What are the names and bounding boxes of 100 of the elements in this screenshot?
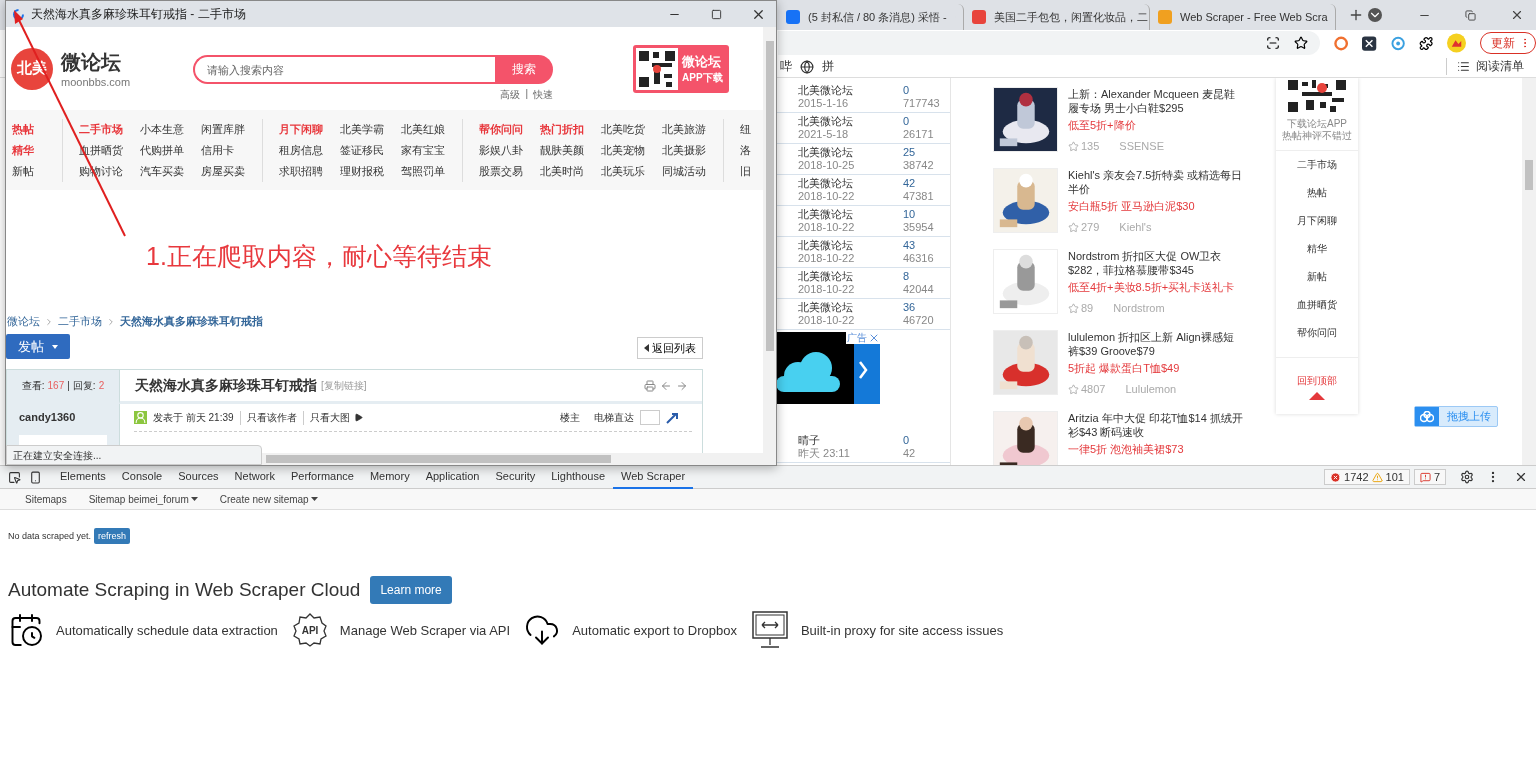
issues-counter[interactable]: 7 bbox=[1413, 469, 1446, 485]
devtools-tab[interactable]: Memory bbox=[361, 465, 418, 489]
scrollbar[interactable] bbox=[763, 27, 776, 465]
back-to-top-link[interactable]: 回到顶部 bbox=[1276, 357, 1358, 402]
forum-nav-link[interactable]: 热门折扣 bbox=[540, 118, 601, 140]
sitemap-menu-item[interactable]: Sitemap beimei_forum bbox=[77, 493, 209, 505]
device-toolbar-icon[interactable] bbox=[29, 470, 42, 484]
settings-icon[interactable] bbox=[1460, 470, 1474, 484]
floor-input[interactable] bbox=[640, 410, 660, 425]
forum-nav-link[interactable]: 北美玩乐 bbox=[601, 160, 662, 182]
forum-nav-link[interactable]: 靓肤美颜 bbox=[540, 139, 601, 161]
globe-icon[interactable] bbox=[800, 59, 814, 74]
reading-list-button[interactable]: 阅读清单 bbox=[1446, 58, 1536, 75]
product-title[interactable]: Kiehl's 亲友会7.5折特卖 或精选每日半价 bbox=[1068, 168, 1243, 196]
forum-nav-link[interactable]: 影娱八卦 bbox=[479, 139, 540, 161]
side-nav-link[interactable]: 精华 bbox=[1307, 235, 1327, 263]
devtools-tab[interactable]: Lighthouse bbox=[543, 465, 614, 489]
console-counter[interactable]: 1742 101 bbox=[1324, 469, 1410, 485]
star-icon[interactable] bbox=[1068, 221, 1079, 233]
devtools-tab[interactable]: Network bbox=[226, 465, 283, 489]
restore-icon[interactable] bbox=[1465, 9, 1476, 21]
author-name[interactable]: candy1360 bbox=[19, 411, 107, 423]
forum-nav-link[interactable]: 信用卡 bbox=[201, 139, 262, 161]
close-icon[interactable] bbox=[1514, 470, 1528, 484]
star-icon[interactable] bbox=[1068, 383, 1079, 395]
maximize-icon[interactable] bbox=[710, 8, 722, 20]
forum-nav-link[interactable]: 汽车买卖 bbox=[140, 160, 201, 182]
search-field[interactable]: 请输入搜索内容 bbox=[193, 55, 496, 84]
devtools-tab[interactable]: Performance bbox=[282, 465, 362, 489]
forum-nav-link[interactable]: 北美旅游 bbox=[662, 118, 723, 140]
bookmark-item[interactable]: 哔 bbox=[780, 58, 792, 75]
new-post-button[interactable]: 发帖 bbox=[6, 334, 70, 359]
devtools-tab[interactable]: Console bbox=[113, 465, 171, 489]
breadcrumb-link[interactable]: 天然海水真多麻珍珠耳钉戒指 bbox=[120, 314, 263, 329]
product-title[interactable]: 上新：Alexander Mcqueen 麦昆鞋履专场 男士小白鞋$295 bbox=[1068, 87, 1243, 115]
update-button[interactable]: 更新 bbox=[1480, 32, 1536, 54]
forum-nav-link[interactable]: 闲置库胖 bbox=[201, 118, 262, 140]
product-title[interactable]: Aritzia 年中大促 印花T恤$14 抓绒开衫$43 断码速收 bbox=[1068, 411, 1243, 439]
forum-nav-link[interactable]: 精华 bbox=[12, 139, 62, 161]
forum-nav-link[interactable]: 北美摄影 bbox=[662, 139, 723, 161]
large-images-link[interactable]: 只看大图 bbox=[302, 410, 363, 425]
refresh-button[interactable]: refresh bbox=[94, 528, 131, 544]
devtools-tab[interactable]: Application bbox=[417, 465, 488, 489]
forum-nav-link[interactable]: 热帖 bbox=[12, 118, 62, 140]
print-icon[interactable] bbox=[644, 379, 656, 392]
forum-nav-link[interactable]: 签证移民 bbox=[340, 139, 401, 161]
profile-avatar-icon[interactable] bbox=[1447, 33, 1466, 53]
search-link[interactable]: 快速 bbox=[533, 88, 554, 102]
forum-nav-link[interactable]: 旧 bbox=[740, 160, 754, 182]
breadcrumb-link[interactable]: 二手市场 bbox=[58, 314, 102, 329]
breadcrumb-link[interactable]: 微论坛 bbox=[7, 314, 40, 329]
tab-search-icon[interactable] bbox=[1368, 8, 1382, 22]
product-title[interactable]: lululemon 折扣区上新 Align裸感短裤$39 Groove$79 bbox=[1068, 330, 1243, 358]
side-nav-link[interactable]: 新帖 bbox=[1307, 263, 1327, 291]
forum-nav-link[interactable]: 同城活动 bbox=[662, 160, 723, 182]
learn-more-button[interactable]: Learn more bbox=[370, 576, 452, 604]
forum-nav-link[interactable]: 北美学霸 bbox=[340, 118, 401, 140]
forum-nav-link[interactable]: 新帖 bbox=[12, 160, 62, 182]
forum-nav-link[interactable]: 理财报税 bbox=[340, 160, 401, 182]
forum-nav-link[interactable]: 北美红娘 bbox=[401, 118, 462, 140]
forum-nav-link[interactable]: 洛 bbox=[740, 139, 754, 161]
sitemap-menu-item[interactable]: Create new sitemap bbox=[208, 493, 329, 505]
bookmark-item[interactable]: 拼 bbox=[822, 58, 834, 75]
forum-nav-link[interactable]: 房屋买卖 bbox=[201, 160, 262, 182]
forum-nav-link[interactable]: 北美时尚 bbox=[540, 160, 601, 182]
forum-nav-link[interactable]: 北美吃货 bbox=[601, 118, 662, 140]
product-title[interactable]: Nordstrom 折扣区大促 OW卫衣$282，菲拉格慕腰带$345 bbox=[1068, 249, 1243, 277]
extensions-icon[interactable] bbox=[1418, 35, 1433, 51]
side-nav-link[interactable]: 热帖 bbox=[1307, 179, 1327, 207]
forum-nav-link[interactable]: 租房信息 bbox=[279, 139, 340, 161]
devtools-tab[interactable]: Security bbox=[487, 465, 544, 489]
side-nav-link[interactable]: 月下闲聊 bbox=[1297, 207, 1337, 235]
devtools-tab[interactable]: Elements bbox=[52, 465, 114, 489]
extension-icon[interactable] bbox=[1362, 35, 1377, 51]
forum-nav-link[interactable]: 小本生意 bbox=[140, 118, 201, 140]
back-to-list-button[interactable]: 返回列表 bbox=[637, 337, 703, 359]
bookmark-star-icon[interactable] bbox=[1294, 36, 1308, 50]
star-icon[interactable] bbox=[1068, 302, 1079, 314]
new-tab-icon[interactable] bbox=[1348, 7, 1364, 23]
forum-nav-link[interactable]: 代购拼单 bbox=[140, 139, 201, 161]
sitemap-menu-item[interactable]: Sitemaps bbox=[14, 493, 78, 505]
search-link[interactable]: 高级 bbox=[500, 88, 521, 102]
scrollbar[interactable] bbox=[1522, 78, 1536, 465]
forum-nav-link[interactable]: 帮你问问 bbox=[479, 118, 540, 140]
forum-nav-link[interactable]: 月下闲聊 bbox=[279, 118, 340, 140]
forum-nav-link[interactable]: 北美宠物 bbox=[601, 139, 662, 161]
forum-nav-link[interactable]: 家有宝宝 bbox=[401, 139, 462, 161]
forum-nav-link[interactable]: 二手市场 bbox=[79, 118, 140, 140]
side-nav-link[interactable]: 血拼晒货 bbox=[1297, 291, 1337, 319]
star-icon[interactable] bbox=[1068, 140, 1079, 152]
qr-code-icon[interactable] bbox=[1266, 36, 1280, 50]
forum-nav-link[interactable]: 纽 bbox=[740, 118, 754, 140]
jump-icon[interactable] bbox=[666, 411, 678, 424]
devtools-tab[interactable]: Sources bbox=[170, 465, 227, 489]
side-nav-link[interactable]: 帮你问问 bbox=[1297, 319, 1337, 347]
inspect-icon[interactable] bbox=[8, 470, 21, 484]
forum-nav-link[interactable]: 股票交易 bbox=[479, 160, 540, 182]
side-nav-link[interactable]: 二手市场 bbox=[1297, 151, 1337, 179]
close-icon[interactable] bbox=[1510, 8, 1524, 22]
author-only-link[interactable]: 只看该作者 bbox=[239, 410, 297, 425]
